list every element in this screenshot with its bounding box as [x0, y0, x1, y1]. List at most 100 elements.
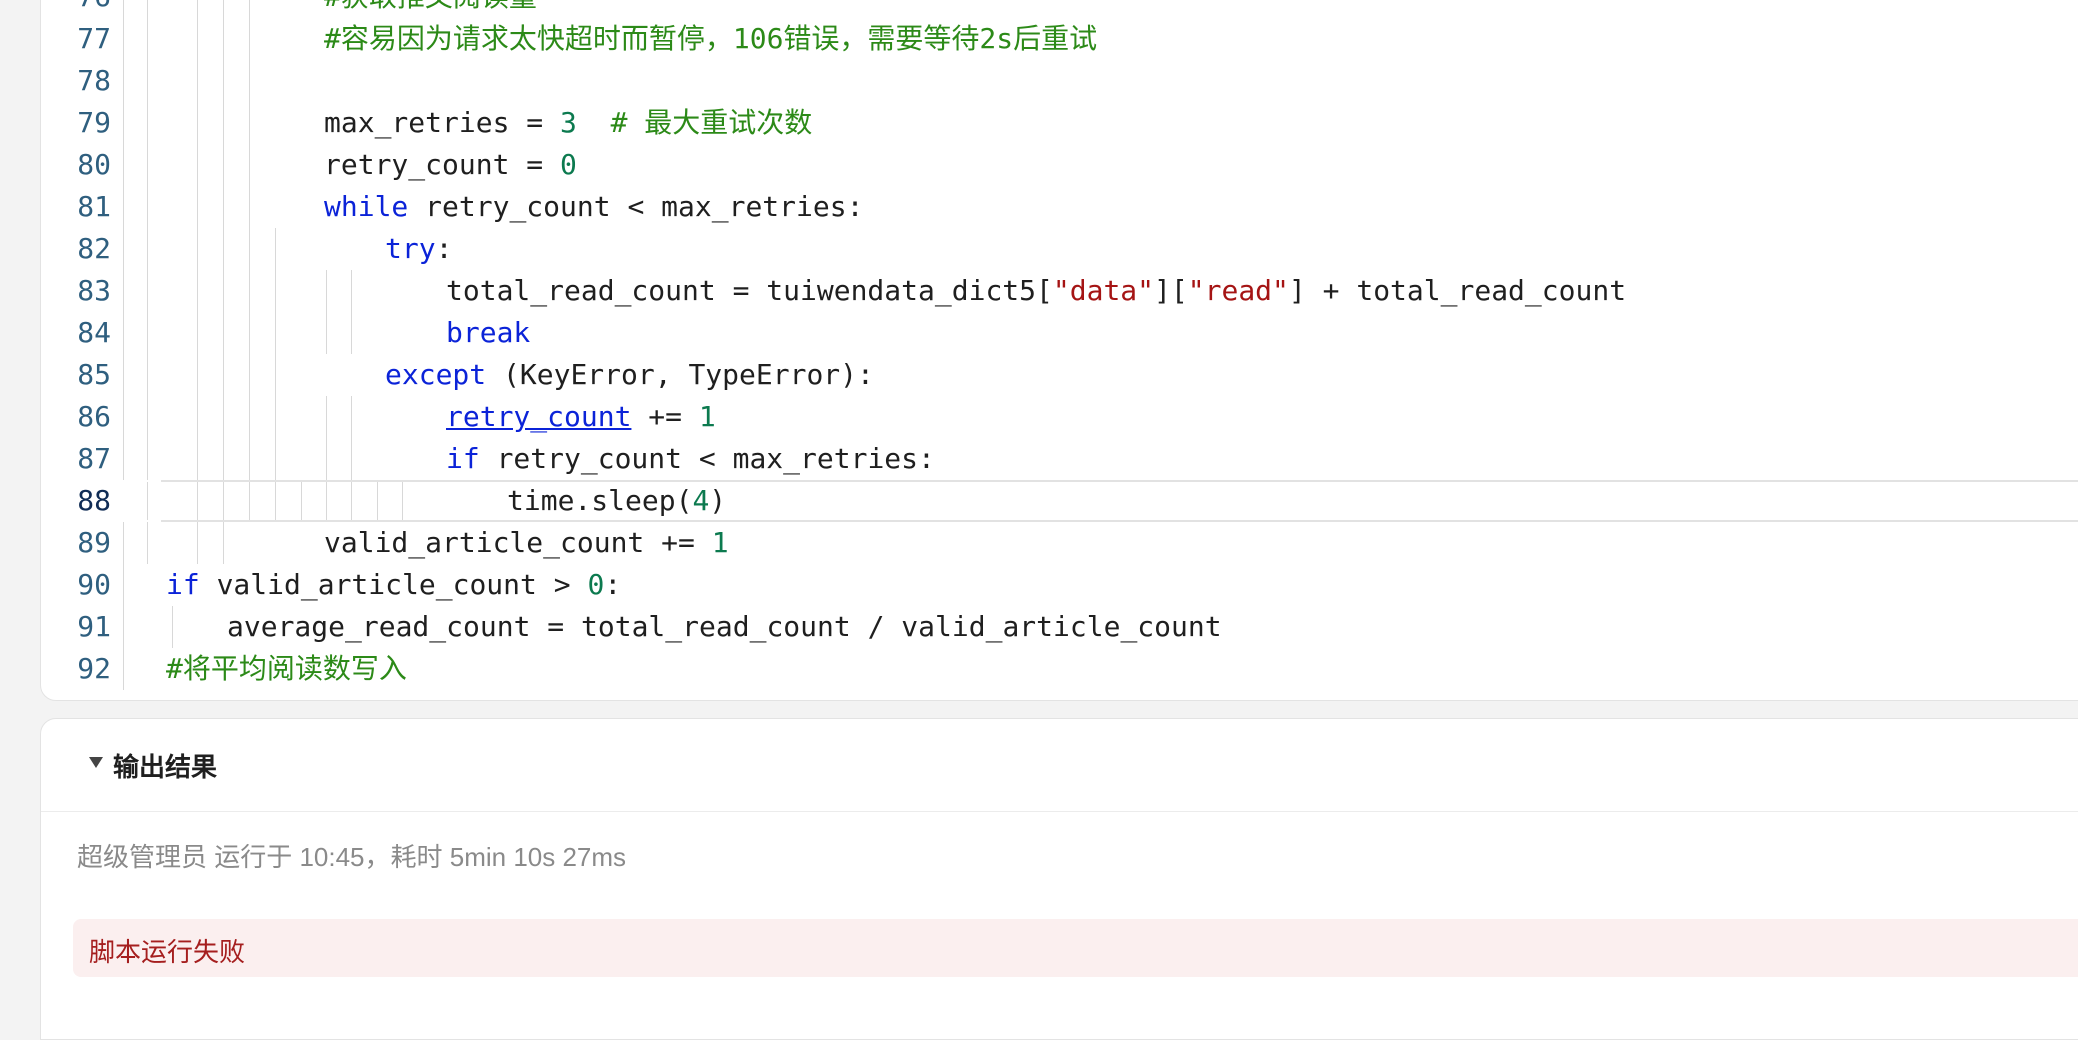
code-line[interactable]: 79 max_retries = 3 # 最大重试次数 [41, 102, 2078, 144]
code-token: #获取推文阅读量 [324, 0, 537, 13]
code-text[interactable]: try: [385, 228, 452, 270]
caret-down-icon[interactable] [89, 757, 103, 768]
code-token: retry_count < max_retries: [479, 442, 935, 475]
code-token: total_read_count = tuiwendata_dict5[ [446, 274, 1053, 307]
code-text[interactable]: average_read_count = total_read_count / … [227, 606, 1222, 648]
indent-guide [197, 482, 198, 520]
indent-guide [223, 482, 224, 520]
line-number: 84 [77, 316, 111, 349]
indent-guide [223, 270, 224, 312]
code-token: (KeyError, TypeError): [486, 358, 874, 391]
indent-guide [147, 102, 148, 144]
line-number: 87 [77, 442, 111, 475]
indent-guide [147, 354, 148, 396]
indent-guide [223, 396, 224, 438]
line-number: 76 [41, 0, 111, 18]
symbol-link[interactable]: retry_count [446, 400, 631, 433]
code-text[interactable]: max_retries = 3 # 最大重试次数 [324, 102, 812, 144]
error-banner: 脚本运行失败 [73, 919, 2078, 977]
code-line-active[interactable]: 88 time.sleep(4) [77, 480, 2078, 522]
code-text[interactable]: #容易因为请求太快超时而暂停，106错误，需要等待2s后重试 [324, 18, 1097, 60]
output-header[interactable]: 输出结果 [41, 719, 2078, 812]
code-line[interactable]: 77 #容易因为请求太快超时而暂停，106错误，需要等待2s后重试 [41, 18, 2078, 60]
indent-guide [123, 60, 124, 102]
code-token: # 最大重试次数 [610, 106, 813, 139]
code-line[interactable]: 91 average_read_count = total_read_count … [41, 606, 2078, 648]
code-text[interactable]: except (KeyError, TypeError): [385, 354, 874, 396]
code-line[interactable]: 82 try: [41, 228, 2078, 270]
code-token: 3 [560, 106, 577, 139]
indent-guide [249, 60, 250, 102]
code-text[interactable]: break [446, 312, 530, 354]
indent-guide [147, 312, 148, 354]
indent-guide [197, 270, 198, 312]
indent-guide [223, 186, 224, 228]
indent-guide [351, 482, 352, 520]
code-text[interactable]: retry_count = 0 [324, 144, 577, 186]
indent-guide [197, 60, 198, 102]
code-token: 1 [711, 526, 729, 559]
indent-guide [123, 648, 124, 690]
code-text[interactable]: total_read_count = tuiwendata_dict5["dat… [446, 270, 1626, 312]
indent-guide [275, 312, 276, 354]
code-text[interactable]: if retry_count < max_retries: [446, 438, 935, 480]
code-line[interactable]: 83 total_read_count = tuiwendata_dict5["d… [41, 270, 2078, 312]
line-number: 89 [77, 526, 111, 559]
indent-guide [249, 0, 250, 18]
code-token: 0 [587, 568, 605, 601]
line-number: 83 [77, 274, 111, 307]
indent-guide [147, 60, 148, 102]
indent-guide [275, 438, 276, 480]
line-number: 79 [77, 106, 111, 139]
line-number: 86 [77, 400, 111, 433]
indent-guide [123, 144, 124, 186]
indent-guide [223, 312, 224, 354]
code-editor[interactable]: 76 #获取推文阅读量 77 #容易因为请求太快超时而暂停，106错误，需要等待2s后… [40, 0, 2078, 701]
code-text[interactable]: #获取推文阅读量 [324, 0, 537, 18]
code-token: average_read_count = total_read_count / … [227, 610, 1222, 643]
indent-guide [326, 270, 327, 312]
code-line[interactable]: 86 retry_count += 1 [41, 396, 2078, 438]
indent-guide [123, 186, 124, 228]
indent-guide [326, 312, 327, 354]
code-text[interactable]: #将平均阅读数写入 [166, 648, 407, 690]
indent-guide [147, 144, 148, 186]
indent-guide [123, 312, 124, 354]
code-token: "data" [1052, 274, 1155, 307]
code-line[interactable]: 78 [41, 60, 2078, 102]
code-token: if [166, 568, 200, 601]
code-text[interactable]: time.sleep(4) [507, 482, 726, 520]
indent-guide [275, 270, 276, 312]
code-text[interactable]: valid_article_count += 1 [324, 522, 729, 564]
code-text[interactable]: if valid_article_count > 0: [166, 564, 621, 606]
line-number: 92 [77, 652, 111, 685]
indent-guide [147, 18, 148, 60]
line-number: 81 [77, 190, 111, 223]
indent-guide [123, 228, 124, 270]
indent-guide [197, 312, 198, 354]
code-text[interactable]: while retry_count < max_retries: [324, 186, 863, 228]
code-line[interactable]: 80 retry_count = 0 [41, 144, 2078, 186]
indent-guide [249, 270, 250, 312]
indent-guide [249, 482, 250, 520]
code-line[interactable]: 81 while retry_count < max_retries: [41, 186, 2078, 228]
code-line[interactable]: 87 if retry_count < max_retries: [41, 438, 2078, 480]
code-token: valid_article_count += [324, 526, 712, 559]
code-token: : [435, 232, 453, 265]
code-line[interactable]: 76 #获取推文阅读量 [41, 0, 2078, 18]
error-message: 脚本运行失败 [89, 937, 246, 967]
indent-guide [275, 482, 276, 520]
code-line[interactable]: 85 except (KeyError, TypeError): [41, 354, 2078, 396]
code-text[interactable]: retry_count += 1 [446, 396, 716, 438]
indent-guide [197, 354, 198, 396]
code-token: if [446, 442, 480, 475]
code-line[interactable]: 92 #将平均阅读数写入 [41, 648, 2078, 690]
indent-guide [123, 396, 124, 438]
indent-guide [249, 18, 250, 60]
code-line[interactable]: 84 break [41, 312, 2078, 354]
indent-guide [123, 354, 124, 396]
code-line[interactable]: 90 if valid_article_count > 0: [41, 564, 2078, 606]
output-title: 输出结果 [113, 752, 218, 782]
line-number: 78 [77, 64, 111, 97]
code-line[interactable]: 89 valid_article_count += 1 [41, 522, 2078, 564]
